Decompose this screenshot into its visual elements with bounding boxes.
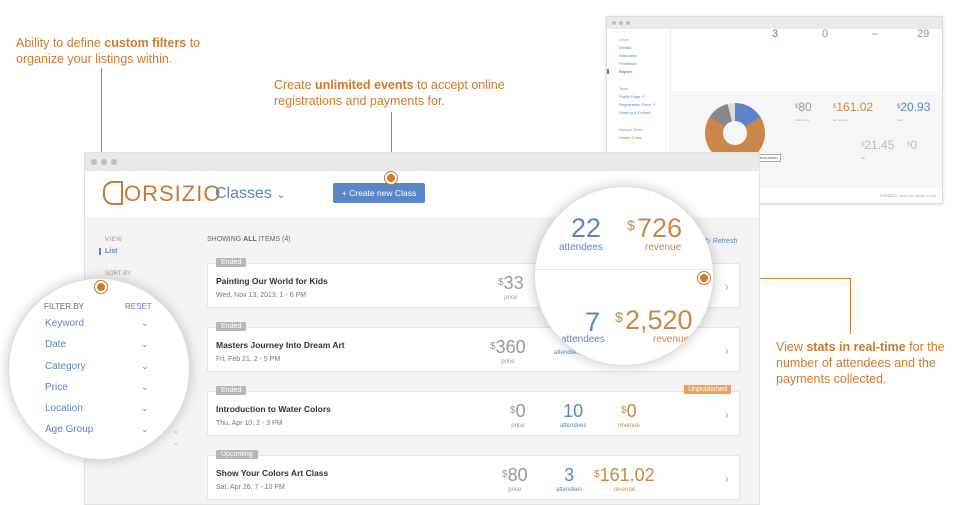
report-stat-other: $0 <box>907 138 918 152</box>
zoom-revenue-bottom: 2,520 <box>625 305 693 335</box>
status-badge: Ended <box>216 386 247 395</box>
report-nav-details[interactable]: Details <box>619 45 631 50</box>
class-card[interactable]: Ended Unpublished Introduction to Water … <box>207 385 740 436</box>
callout-custom-filters: Ability to define custom filters to orga… <box>16 36 201 66</box>
zoom-divider <box>535 269 713 270</box>
create-new-class-button[interactable]: + Create new Class <box>333 183 425 203</box>
zoom-attendees-bottom: 7 <box>585 307 601 337</box>
class-revenue: $0 revenue <box>618 401 640 429</box>
class-attendees: 10 attendees <box>560 401 587 429</box>
class-date: Sat, Apr 26, 7 - 10 PM <box>216 484 285 491</box>
class-price: $360 price <box>490 337 526 365</box>
status-badge: Ended <box>216 322 247 331</box>
showing-count: SHOWING ALL ITEMS (4) <box>207 236 291 243</box>
class-title[interactable]: Painting Our World for Kids <box>216 276 328 286</box>
status-badge: Upcoming <box>216 450 258 459</box>
report-top-stat: 0 <box>822 28 829 40</box>
chevron-down-icon[interactable]: ⌄ <box>141 361 149 372</box>
chevron-right-icon[interactable]: › <box>724 278 729 294</box>
chevron-down-icon[interactable]: ⌄ <box>173 427 179 435</box>
filter-category[interactable]: Category <box>45 361 86 372</box>
report-nav-feedback[interactable]: Feedback <box>619 61 637 66</box>
class-price: $33 price <box>498 273 524 301</box>
report-stat-net-revenue: $161.02 net revenue <box>833 100 874 122</box>
zoom-revenue-label: revenue <box>653 334 690 345</box>
classes-dropdown[interactable]: Classes ⌄ <box>215 185 286 203</box>
report-level-label: Level <box>619 37 629 42</box>
filter-location[interactable]: Location <box>45 403 83 414</box>
class-date: Wed, Nov 13, 2013, 1 - 6 PM <box>216 292 307 299</box>
report-tool-sharing[interactable]: Sharing & Embed <box>619 110 650 115</box>
report-tool-registration-form[interactable]: Registration Form ↗ <box>619 102 655 107</box>
filter-reset-link[interactable]: RESET <box>125 302 152 311</box>
class-title[interactable]: Show Your Colors Art Class <box>216 468 328 478</box>
filter-by-label: FILTER BY <box>44 302 84 311</box>
view-list-link[interactable]: List <box>99 248 117 255</box>
report-stat-tax: $21.45 tax <box>861 138 895 160</box>
report-stat-fees: $20.93 fees <box>897 100 931 122</box>
chevron-down-icon[interactable]: ⌄ <box>141 424 149 435</box>
view-label: VIEW <box>105 237 123 243</box>
window-titlebar <box>85 153 759 171</box>
zoom-attendees-label: attendees <box>561 334 605 345</box>
sort-by-label: SORT BY <box>105 271 132 277</box>
report-top-stats: 3 0 – 29 <box>672 29 942 93</box>
class-revenue: $161.02 revenue <box>594 465 655 493</box>
chevron-down-icon[interactable]: ⌄ <box>141 318 149 329</box>
refresh-link[interactable]: ↻ Refresh <box>705 237 737 245</box>
chevron-right-icon[interactable]: › <box>724 406 729 422</box>
class-price: $80 price <box>502 465 528 493</box>
status-badge: Ended <box>216 258 247 267</box>
zoom-revenue-label: revenue <box>645 242 682 253</box>
chevron-down-icon[interactable]: ⌄ <box>141 403 149 414</box>
class-price: $0 price <box>510 401 526 429</box>
filter-keyword[interactable]: Keyword <box>45 318 84 329</box>
report-top-stat: 29 <box>917 28 930 40</box>
app-logo[interactable]: ORSIZIO <box>103 181 221 207</box>
chevron-right-icon[interactable]: › <box>724 470 729 486</box>
callout-dot-stats <box>698 272 710 284</box>
report-danger-label: Danger Zone <box>619 127 643 132</box>
chevron-down-icon[interactable]: ⌄ <box>173 439 179 447</box>
zoom-attendees-label: attendees <box>559 242 603 253</box>
chevron-right-icon[interactable]: › <box>724 342 729 358</box>
report-top-stat: – <box>872 28 879 40</box>
unpublished-badge: Unpublished <box>684 385 731 394</box>
callout-line-stats-v <box>850 278 851 334</box>
stats-zoom-lens: 22 attendees $ 726 revenue 7 attendees $… <box>534 186 714 366</box>
filter-date[interactable]: Date <box>45 339 66 350</box>
filter-price[interactable]: Price <box>45 382 68 393</box>
filter-zoom-lens: FILTER BY RESET Keyword ⌄ Date ⌄ Categor… <box>8 278 190 460</box>
callout-dot-filters <box>95 281 107 293</box>
report-footer: CORSIZIO Hello and upload on our <box>879 194 936 198</box>
callout-unlimited-events: Create unlimited events to accept online… <box>274 78 505 108</box>
zoom-revenue-top: 726 <box>637 213 683 243</box>
chevron-down-icon: ⌄ <box>276 189 286 201</box>
callout-dot-events <box>385 172 397 184</box>
report-top-stat: 3 <box>772 28 779 40</box>
class-title[interactable]: Introduction to Water Colors <box>216 404 331 414</box>
dollar-sign: $ <box>627 217 635 233</box>
class-title[interactable]: Masters Journey Into Dream Art <box>216 340 345 350</box>
zoom-attendees-top: 22 <box>571 213 602 243</box>
class-card[interactable]: Upcoming Show Your Colors Art Class Sat,… <box>207 450 740 500</box>
logo-mark <box>103 181 123 205</box>
report-tool-public-page[interactable]: Public Page ↗ <box>619 94 645 99</box>
chevron-down-icon[interactable]: ⌄ <box>141 339 149 350</box>
report-stat-price: $80 ticket price <box>795 100 812 122</box>
class-attendees: 3 attendees <box>556 465 583 493</box>
class-date: Fri, Feb 21, 2 - 5 PM <box>216 356 281 363</box>
report-nav-attendees[interactable]: Attendees <box>619 53 637 58</box>
chevron-down-icon[interactable]: ⌄ <box>141 382 149 393</box>
class-date: Thu, Apr 10, 2 - 3 PM <box>216 420 283 427</box>
report-delete-class[interactable]: Delete Class <box>619 135 642 140</box>
callout-realtime-stats: View stats in real-time for the number o… <box>776 340 945 386</box>
filter-age-group[interactable]: Age Group <box>45 424 93 435</box>
dollar-sign: $ <box>615 309 623 325</box>
report-tools-label: Tools <box>619 86 629 91</box>
report-nav-report[interactable]: Report <box>607 69 632 74</box>
